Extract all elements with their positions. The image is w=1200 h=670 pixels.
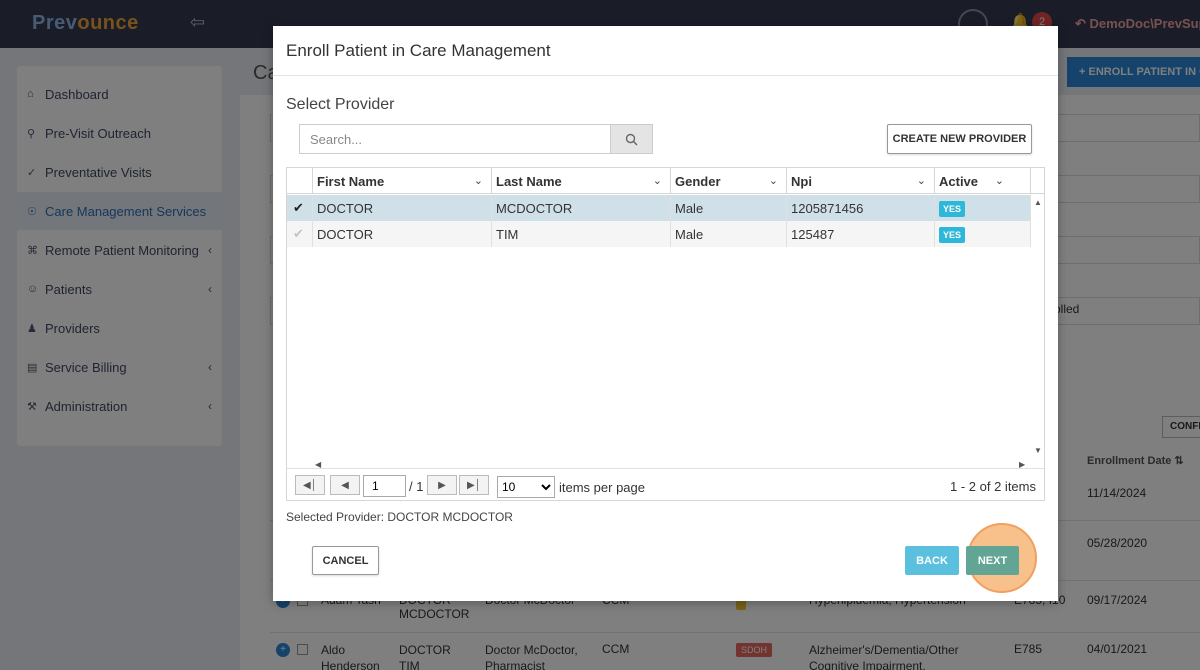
active-cell: YES xyxy=(935,195,1031,221)
active-cell: YES xyxy=(935,221,1031,247)
select-column-header xyxy=(287,168,313,194)
back-button[interactable]: BACK xyxy=(905,546,959,575)
chevron-down-icon[interactable]: ⌄ xyxy=(995,174,1004,187)
scroll-up-icon[interactable]: ▲ xyxy=(1034,198,1042,207)
first-page-icon: ◀│ xyxy=(303,479,317,491)
column-header-npi[interactable]: Npi ⌄ xyxy=(787,168,935,194)
column-header-label: Last Name xyxy=(496,174,562,189)
column-header-active[interactable]: Active ⌄ xyxy=(935,168,1031,194)
npi-cell: 1205871456 xyxy=(787,195,935,221)
column-header-first-name[interactable]: First Name ⌄ xyxy=(313,168,492,194)
npi-cell: 125487 xyxy=(787,221,935,247)
column-header-label: Active xyxy=(939,174,979,189)
enroll-patient-modal: Enroll Patient in Care Management Select… xyxy=(273,26,1058,601)
row-check-icon[interactable]: ✔ xyxy=(287,195,313,221)
table-row[interactable]: ✔ DOCTOR TIM Male 125487 YES xyxy=(287,221,1031,247)
provider-search xyxy=(299,124,653,154)
next-button[interactable]: NEXT xyxy=(966,546,1019,575)
search-button[interactable] xyxy=(610,124,653,154)
items-per-page-label: items per page xyxy=(559,480,645,495)
chevron-down-icon[interactable]: ⌄ xyxy=(769,174,778,187)
gender-cell: Male xyxy=(671,195,787,221)
first-name-cell: DOCTOR xyxy=(313,221,492,247)
active-badge: YES xyxy=(939,227,966,243)
active-badge: YES xyxy=(939,201,966,217)
modal-title: Enroll Patient in Care Management xyxy=(286,41,551,60)
page-size-select[interactable]: 10 xyxy=(497,476,555,498)
grid-header: First Name ⌄ Last Name ⌄ Gender ⌄ Npi ⌄ … xyxy=(287,168,1044,194)
vertical-scrollbar[interactable]: ▲ ▼ xyxy=(1031,194,1044,456)
section-title: Select Provider xyxy=(286,96,395,113)
grid-footer-divider xyxy=(287,468,1044,469)
page-count: / 1 xyxy=(409,479,424,494)
chevron-down-icon[interactable]: ⌄ xyxy=(474,174,483,187)
scroll-down-icon[interactable]: ▼ xyxy=(1034,446,1042,455)
column-header-gender[interactable]: Gender ⌄ xyxy=(671,168,787,194)
next-page-icon: ▶ xyxy=(438,479,446,491)
last-page-icon: ▶│ xyxy=(467,479,481,491)
prev-page-icon: ◀ xyxy=(341,479,349,491)
row-check-icon[interactable]: ✔ xyxy=(287,221,313,247)
first-page-button[interactable]: ◀│ xyxy=(295,475,325,495)
next-page-button[interactable]: ▶ xyxy=(427,475,457,495)
gender-cell: Male xyxy=(671,221,787,247)
last-name-cell: MCDOCTOR xyxy=(492,195,671,221)
column-header-label: Npi xyxy=(791,174,812,189)
chevron-down-icon[interactable]: ⌄ xyxy=(653,174,662,187)
first-name-cell: DOCTOR xyxy=(313,195,492,221)
column-header-label: Gender xyxy=(675,174,721,189)
provider-grid: First Name ⌄ Last Name ⌄ Gender ⌄ Npi ⌄ … xyxy=(286,167,1045,501)
last-page-button[interactable]: ▶│ xyxy=(459,475,489,495)
column-header-label: First Name xyxy=(317,174,385,189)
table-row[interactable]: ✔ DOCTOR MCDOCTOR Male 1205871456 YES xyxy=(287,195,1031,221)
chevron-down-icon[interactable]: ⌄ xyxy=(917,174,926,187)
selected-provider-text: Selected Provider: DOCTOR MCDOCTOR xyxy=(286,510,513,524)
search-input[interactable] xyxy=(299,124,611,154)
page-number-input[interactable] xyxy=(363,475,406,497)
prev-page-button[interactable]: ◀ xyxy=(330,475,360,495)
column-header-last-name[interactable]: Last Name ⌄ xyxy=(492,168,671,194)
last-name-cell: TIM xyxy=(492,221,671,247)
search-icon xyxy=(625,133,638,145)
cancel-button[interactable]: CANCEL xyxy=(312,546,379,575)
create-new-provider-button[interactable]: CREATE NEW PROVIDER xyxy=(887,124,1032,154)
items-count: 1 - 2 of 2 items xyxy=(950,479,1036,494)
modal-divider xyxy=(273,75,1058,76)
pager: ◀│ ◀ / 1 ▶ ▶│ 10 items per page 1 - 2 of… xyxy=(287,471,1044,501)
